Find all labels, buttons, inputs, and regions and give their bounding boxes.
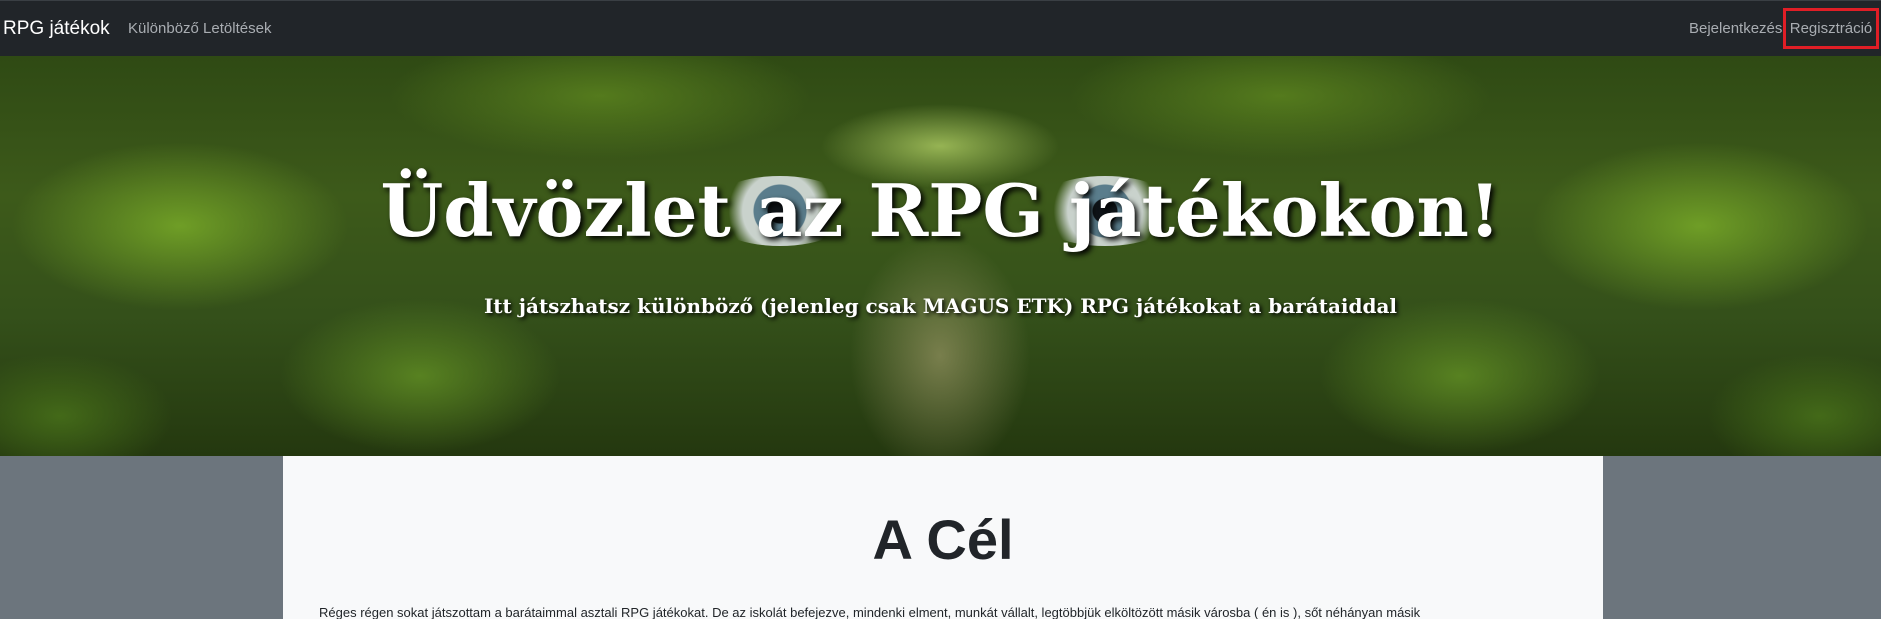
- hero-title: Üdvözlet az RPG játékokon!: [380, 168, 1501, 253]
- nav-link-downloads[interactable]: Különböző Letöltések: [128, 20, 271, 37]
- nav-link-register[interactable]: Regisztráció: [1783, 8, 1879, 49]
- hero-subtitle: Itt játszhatsz különböző (jelenleg csak …: [483, 294, 1398, 318]
- brand-link[interactable]: RPG játékok: [3, 18, 110, 40]
- intro-paragraph: Réges régen sokat játszottam a barátaimm…: [319, 605, 1421, 619]
- content-card: A Cél Réges régen sokat játszottam a bar…: [283, 456, 1603, 619]
- hero-banner: Üdvözlet az RPG játékokon! Itt játszhats…: [0, 56, 1881, 456]
- section-heading: A Cél: [872, 508, 1014, 571]
- top-navbar: RPG játékok Különböző Letöltések Bejelen…: [0, 0, 1881, 56]
- nav-link-login[interactable]: Bejelentkezés: [1689, 20, 1782, 37]
